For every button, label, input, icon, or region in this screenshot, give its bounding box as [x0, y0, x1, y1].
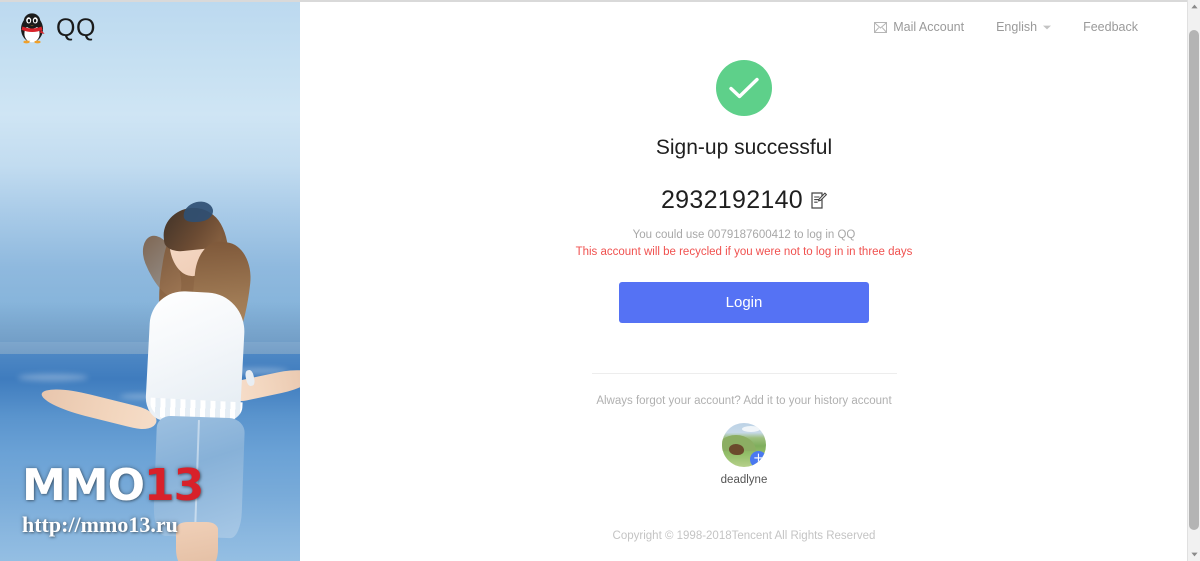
- history-account-item[interactable]: + deadlyne: [720, 423, 768, 486]
- signup-result-main: Sign-up successful 2932192140 You could …: [300, 2, 1188, 488]
- promo-photo-panel: QQ MMO13 http://mmo13.ru: [0, 2, 300, 561]
- scrollbar-thumb[interactable]: [1189, 30, 1199, 530]
- login-hint-text: You could use 0079187600412 to log in QQ: [632, 229, 856, 241]
- vertical-scrollbar[interactable]: [1187, 0, 1200, 561]
- scroll-down-button[interactable]: [1188, 548, 1200, 561]
- recycle-warning-text: This account will be recycled if you wer…: [575, 246, 913, 258]
- avatar-rock: [729, 444, 744, 455]
- qq-account-number: 2932192140: [660, 186, 804, 214]
- section-divider: [591, 373, 897, 374]
- check-circle-icon: [716, 60, 772, 116]
- landscape-avatar[interactable]: +: [722, 423, 766, 467]
- add-account-badge[interactable]: +: [750, 451, 766, 467]
- triangle-up-icon: [1190, 4, 1198, 9]
- history-account-hint: Always forgot your account? Add it to yo…: [596, 395, 892, 407]
- figure-left-arm: [39, 383, 159, 433]
- account-number-row: 2932192140: [300, 186, 1188, 215]
- watermark-brand-main: MMO: [22, 460, 145, 511]
- watermark-brand-accent: 13: [143, 460, 204, 511]
- copyright-text: Copyright © 1998-2018Tencent All Rights …: [612, 530, 876, 542]
- qq-brand-logo[interactable]: QQ: [17, 12, 96, 44]
- watermark-brand: MMO13: [22, 464, 204, 508]
- avatar-cloud: [742, 426, 760, 432]
- watermark-url: http://mmo13.ru: [22, 512, 178, 537]
- scroll-up-button[interactable]: [1188, 0, 1200, 13]
- qq-signup-success-page: QQ MMO13 http://mmo13.ru Mail Account En: [0, 0, 1200, 561]
- page-title: Sign-up successful: [655, 136, 833, 159]
- triangle-down-icon: [1190, 552, 1198, 557]
- history-account-name: deadlyne: [720, 474, 768, 486]
- content-panel: Mail Account English Feedback Sign-up su…: [300, 2, 1188, 561]
- login-button[interactable]: Login: [619, 282, 869, 323]
- site-watermark: MMO13 http://mmo13.ru: [22, 464, 204, 538]
- qq-penguin-icon: [17, 12, 47, 44]
- edit-document-icon[interactable]: [811, 192, 827, 209]
- qq-brand-label: QQ: [56, 13, 96, 42]
